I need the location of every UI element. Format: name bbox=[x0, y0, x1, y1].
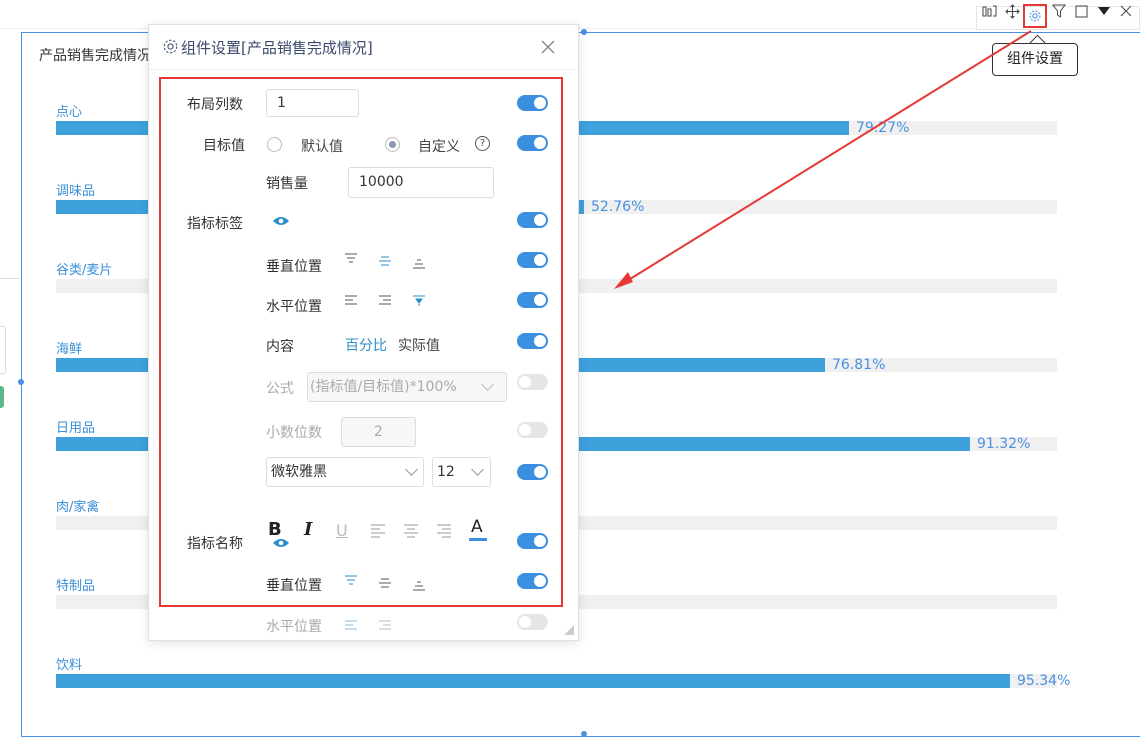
maximize-icon[interactable] bbox=[1073, 3, 1089, 19]
canvas-divider-left bbox=[0, 278, 20, 279]
vertical-pos-toggle-2[interactable] bbox=[517, 573, 548, 589]
caret-down-icon[interactable] bbox=[1096, 3, 1112, 19]
align-bottom-icon[interactable] bbox=[412, 579, 426, 591]
align-middle-icon[interactable] bbox=[378, 255, 392, 267]
close-icon[interactable] bbox=[541, 35, 555, 59]
italic-button[interactable]: I bbox=[304, 519, 312, 540]
formula-select[interactable]: (指标值/目标值)*100% bbox=[307, 372, 507, 402]
vertical-pos-label: 垂直位置 bbox=[266, 259, 322, 275]
side-panel-edge[interactable] bbox=[0, 326, 6, 374]
category-label: 海鲜 bbox=[56, 342, 83, 357]
resize-handle-top[interactable] bbox=[581, 29, 587, 35]
target-default-label[interactable]: 默认值 bbox=[301, 136, 343, 156]
target-default-radio[interactable] bbox=[267, 137, 282, 152]
target-toggle[interactable] bbox=[517, 135, 548, 151]
category-label: 特制品 bbox=[56, 579, 96, 594]
horizontal-pos-toggle-2[interactable] bbox=[517, 614, 548, 630]
font-family-select[interactable]: 微软雅黑 bbox=[266, 457, 424, 487]
align-bottom-icon[interactable] bbox=[412, 257, 426, 269]
horizontal-pos-label: 水平位置 bbox=[266, 299, 322, 315]
font-color-button[interactable]: A bbox=[471, 517, 483, 537]
help-icon[interactable]: ? bbox=[475, 136, 490, 151]
side-tab-marker[interactable] bbox=[0, 386, 4, 408]
filter-icon[interactable] bbox=[1051, 3, 1067, 19]
category-label: 饮料 bbox=[56, 658, 83, 673]
formula-value: (指标值/目标值)*100% bbox=[310, 379, 457, 395]
target-custom-radio[interactable] bbox=[385, 137, 400, 152]
bar-value-label: 76.81% bbox=[832, 357, 886, 373]
widget-title: 产品销售完成情况 bbox=[39, 48, 151, 64]
font-size-value: 12 bbox=[437, 464, 455, 480]
close-icon[interactable] bbox=[1118, 3, 1134, 19]
indicator-label: 指标标签 bbox=[187, 216, 243, 232]
text-align-center-icon[interactable] bbox=[403, 524, 419, 538]
sales-label: 销售量 bbox=[266, 176, 308, 192]
align-top-icon[interactable] bbox=[344, 253, 358, 265]
bar[interactable] bbox=[56, 674, 1010, 688]
font-toggle[interactable] bbox=[517, 464, 548, 480]
chart-switch-icon[interactable] bbox=[982, 3, 998, 19]
eye-icon[interactable] bbox=[272, 215, 290, 227]
move-icon[interactable] bbox=[1004, 3, 1020, 19]
align-center-icon[interactable] bbox=[412, 294, 426, 306]
gear-icon bbox=[163, 39, 178, 54]
underline-button[interactable]: U bbox=[336, 521, 348, 540]
indicator-name-toggle[interactable] bbox=[517, 533, 548, 549]
content-actual-option[interactable]: 实际值 bbox=[398, 335, 440, 355]
align-top-icon[interactable] bbox=[344, 575, 358, 587]
category-label: 点心 bbox=[56, 105, 83, 120]
layout-cols-toggle[interactable] bbox=[517, 95, 548, 111]
align-left-icon[interactable] bbox=[344, 294, 358, 306]
formula-toggle[interactable] bbox=[517, 374, 548, 390]
bar-value-label: 52.76% bbox=[591, 199, 645, 215]
align-left-icon[interactable] bbox=[344, 619, 358, 631]
content-percent-option[interactable]: 百分比 bbox=[345, 335, 387, 355]
formula-label: 公式 bbox=[266, 381, 294, 397]
content-toggle[interactable] bbox=[517, 333, 548, 349]
layout-cols-label: 布局列数 bbox=[187, 97, 243, 113]
font-family-value: 微软雅黑 bbox=[271, 464, 327, 480]
category-label: 调味品 bbox=[56, 184, 96, 199]
font-color-swatch bbox=[469, 538, 487, 541]
resize-grip-icon[interactable] bbox=[564, 625, 574, 635]
content-label: 内容 bbox=[266, 339, 294, 355]
dialog-title: 组件设置[产品销售完成情况] bbox=[181, 39, 373, 57]
decimals-input[interactable]: 2 bbox=[341, 417, 416, 447]
settings-tooltip: 组件设置 bbox=[992, 43, 1078, 76]
vertical-pos-toggle[interactable] bbox=[517, 252, 548, 268]
layout-cols-input[interactable]: 1 bbox=[266, 89, 359, 117]
sales-input[interactable]: 10000 bbox=[348, 167, 494, 198]
resize-handle-left[interactable] bbox=[18, 379, 24, 385]
component-settings-dialog: 组件设置[产品销售完成情况] 布局列数 1 目标值 默认值 自定义 ? 销售量 … bbox=[148, 24, 579, 641]
text-align-left-icon[interactable] bbox=[370, 524, 386, 538]
align-middle-icon[interactable] bbox=[378, 577, 392, 589]
indicator-toggle[interactable] bbox=[517, 212, 548, 228]
vertical-pos-label-2: 垂直位置 bbox=[266, 578, 322, 594]
category-label: 谷类/麦片 bbox=[56, 263, 113, 278]
category-label: 日用品 bbox=[56, 421, 96, 436]
target-custom-label[interactable]: 自定义 bbox=[418, 136, 460, 156]
bar-track: 95.34% bbox=[56, 673, 1070, 689]
horizontal-pos-label-2: 水平位置 bbox=[266, 619, 322, 635]
align-right-icon[interactable] bbox=[378, 294, 392, 306]
bar-value-label: 91.32% bbox=[977, 436, 1031, 452]
gear-icon[interactable] bbox=[1027, 8, 1043, 24]
horizontal-pos-toggle[interactable] bbox=[517, 292, 548, 308]
text-align-right-icon[interactable] bbox=[436, 524, 452, 538]
eye-icon[interactable] bbox=[272, 537, 290, 549]
decimals-label: 小数位数 bbox=[266, 425, 322, 441]
indicator-name-label: 指标名称 bbox=[187, 536, 243, 552]
bar-value-label: 79.27% bbox=[856, 120, 910, 136]
category-label: 肉/家禽 bbox=[56, 500, 100, 515]
bar-value-label: 95.34% bbox=[1017, 673, 1071, 689]
decimals-toggle[interactable] bbox=[517, 422, 548, 438]
align-right-icon[interactable] bbox=[378, 619, 392, 631]
target-label: 目标值 bbox=[203, 138, 245, 154]
font-size-select[interactable]: 12 bbox=[432, 457, 491, 487]
resize-handle-bottom[interactable] bbox=[581, 731, 587, 737]
dialog-header: 组件设置[产品销售完成情况] bbox=[149, 25, 578, 70]
